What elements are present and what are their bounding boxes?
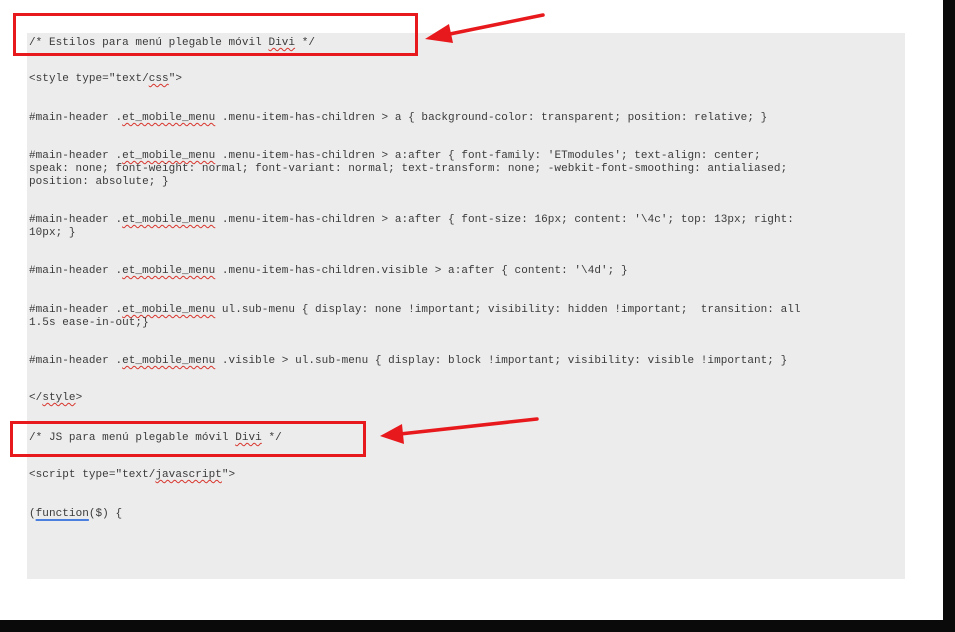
style-open-tag-line: <style type="text/css"> [29, 73, 183, 85]
css-rule-2-line-3: position: absolute; } [29, 176, 169, 188]
css-rule-2-line-2: speak: none; font-weight: normal; font-v… [29, 163, 788, 175]
script-open-tag-line: <script type="text/javascript"> [29, 469, 236, 481]
style-close-tag-line: </style> [29, 392, 83, 404]
css-rule-1-line: #main-header .et_mobile_menu .menu-item-… [29, 112, 768, 124]
css-rule-6-line: #main-header .et_mobile_menu .visible > … [29, 355, 788, 367]
css-rule-3-line-2: 10px; } [29, 227, 76, 239]
highlight-box-js-comment [10, 421, 366, 457]
highlight-box-css-comment [13, 13, 418, 56]
css-rule-5-line-2: 1.5s ease-in-out;} [29, 317, 149, 329]
css-rule-4-line: #main-header .et_mobile_menu .menu-item-… [29, 265, 628, 277]
css-rule-2-line-1: #main-header .et_mobile_menu .menu-item-… [29, 150, 761, 162]
function-open-line: (function($) { [29, 508, 123, 520]
css-rule-3-line-1: #main-header .et_mobile_menu .menu-item-… [29, 214, 794, 226]
css-rule-5-line-1: #main-header .et_mobile_menu ul.sub-menu… [29, 304, 801, 316]
